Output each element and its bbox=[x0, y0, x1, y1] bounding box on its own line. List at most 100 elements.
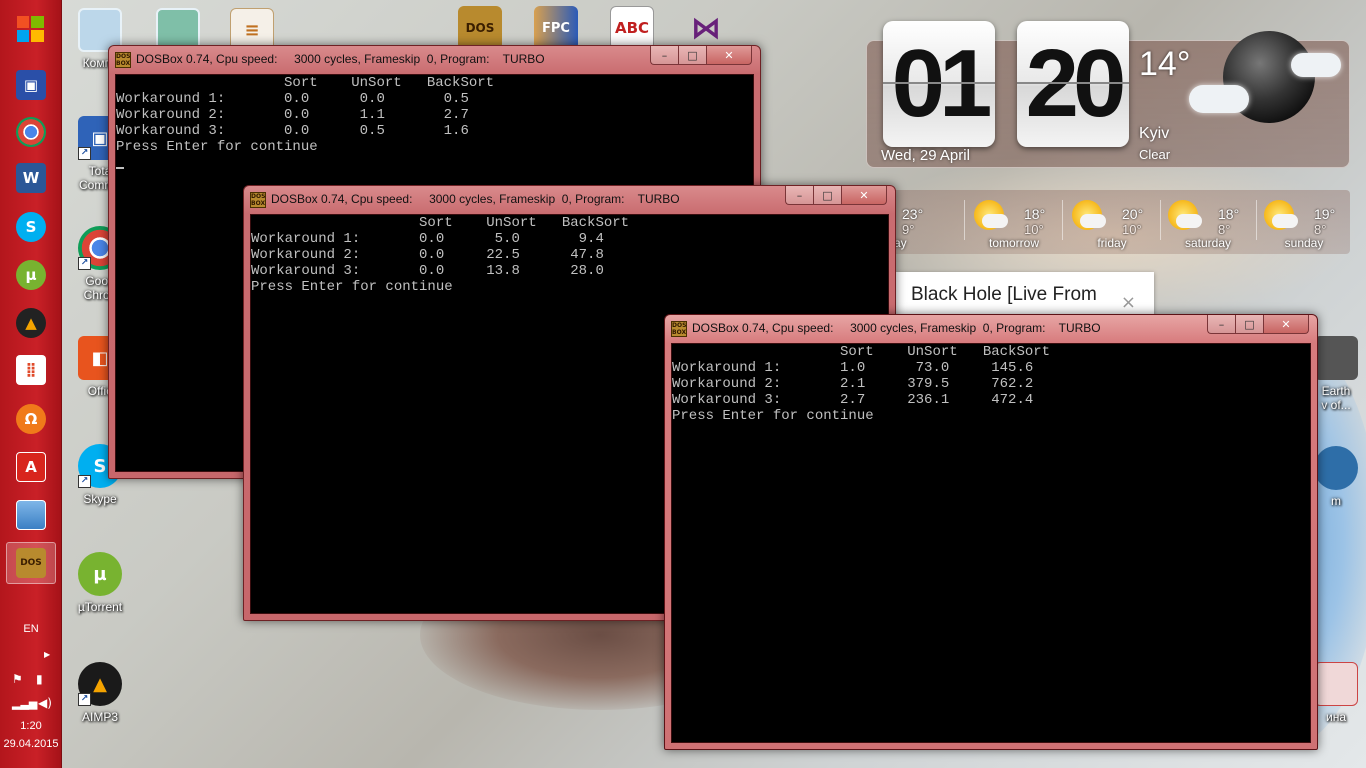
maximize-button[interactable]: □ bbox=[813, 186, 841, 205]
taskbar-item-skype[interactable]: S bbox=[6, 206, 56, 248]
forecast-day-name: saturday bbox=[1184, 236, 1232, 250]
utorrent-icon: µ bbox=[16, 260, 46, 290]
maximize-button[interactable]: □ bbox=[1235, 315, 1263, 334]
grid-apps-icon: ⣿ bbox=[16, 355, 46, 385]
taskbar-item-photo-viewer[interactable] bbox=[6, 494, 56, 536]
current-temperature: 14° bbox=[1139, 45, 1191, 83]
console-output: Sort UnSort BackSort Workaround 1: 0.0 5… bbox=[251, 215, 630, 295]
weather-forecast[interactable]: 23° 9° today 18° 10° tomorrow 20° 10° fr… bbox=[852, 190, 1352, 254]
minimize-button[interactable]: – bbox=[785, 186, 813, 205]
dos-console[interactable]: Sort UnSort BackSort Workaround 1: 1.0 7… bbox=[671, 343, 1311, 743]
forecast-low: 10° bbox=[1122, 222, 1142, 237]
window-title: DOSBox 0.74, Cpu speed: 3000 cycles, Fra… bbox=[271, 192, 680, 206]
action-center-flag-icon[interactable]: ⚑ bbox=[12, 672, 23, 686]
forecast-low: 9° bbox=[902, 222, 915, 237]
show-hidden-icons-arrow-icon[interactable]: ▶ bbox=[44, 650, 50, 659]
start-button[interactable] bbox=[6, 8, 56, 50]
minimize-button[interactable]: – bbox=[1207, 315, 1235, 334]
taskbar-item-dosbox[interactable]: DOS bbox=[6, 542, 56, 584]
shortcut-arrow-icon: ↗ bbox=[78, 475, 91, 488]
forecast-day: 19° 8° sunday bbox=[1256, 196, 1352, 252]
cloud-icon bbox=[1080, 214, 1106, 228]
utorrent-icon: µ bbox=[78, 552, 122, 596]
shortcut-arrow-icon: ↗ bbox=[78, 257, 91, 270]
clock-hours: 01 bbox=[883, 21, 995, 147]
taskbar-item-chrome[interactable] bbox=[6, 111, 56, 153]
language-indicator[interactable]: EN bbox=[0, 623, 62, 635]
tray-date[interactable]: 29.04.2015 bbox=[0, 738, 62, 750]
taskbar-item-aimp[interactable]: ▲ bbox=[6, 302, 56, 344]
forecast-day: 20° 10° friday bbox=[1064, 196, 1160, 252]
unknown-app-icon bbox=[1314, 662, 1358, 706]
desktop-icon-label: µTorrent bbox=[77, 600, 123, 614]
shortcut-arrow-icon: ↗ bbox=[78, 147, 91, 160]
dosbox-icon: DOS bbox=[16, 548, 46, 578]
forecast-low: 10° bbox=[1024, 222, 1044, 237]
chrome-icon bbox=[16, 117, 46, 147]
dosbox-icon: DOS bbox=[458, 6, 502, 50]
forecast-divider bbox=[1062, 200, 1063, 240]
clock-weather-gadget[interactable]: 01 20 Wed, 29 April 14° Kyiv Clear bbox=[866, 21, 1350, 168]
desktop-icon-aimp[interactable]: ▲ ↗ AIMP3 bbox=[70, 662, 130, 724]
window-controls: – □ ✕ bbox=[785, 186, 887, 206]
window-title: DOSBox 0.74, Cpu speed: 3000 cycles, Fra… bbox=[136, 52, 545, 66]
aimp-icon: ▲ ↗ bbox=[78, 662, 122, 706]
forecast-low: 8° bbox=[1314, 222, 1327, 237]
notification-text: Black Hole [Live From bbox=[911, 284, 1097, 305]
headphones-icon: Ω bbox=[16, 404, 46, 434]
desktop-icon-visual-studio[interactable]: ⋈ bbox=[676, 6, 736, 50]
close-button[interactable]: ✕ bbox=[841, 186, 887, 205]
forecast-high: 23° bbox=[902, 206, 924, 222]
earth-icon bbox=[1314, 336, 1358, 380]
forecast-day: 18° 10° tomorrow bbox=[966, 196, 1062, 252]
dosbox-window-3[interactable]: DOS BOX DOSBox 0.74, Cpu speed: 3000 cyc… bbox=[664, 314, 1318, 750]
forecast-low: 8° bbox=[1218, 222, 1231, 237]
forecast-high: 18° bbox=[1024, 206, 1046, 222]
close-icon[interactable]: × bbox=[1121, 292, 1136, 313]
network-signal-icon[interactable]: ▂▃▅ bbox=[12, 697, 37, 710]
weather-condition: Clear bbox=[1139, 147, 1171, 162]
taskbar-item-utorrent[interactable]: µ bbox=[6, 254, 56, 296]
media-notification[interactable]: Black Hole [Live From × bbox=[896, 272, 1154, 318]
close-button[interactable]: ✕ bbox=[706, 46, 752, 65]
forecast-day-name: friday bbox=[1097, 236, 1127, 250]
desktop-icon-abc[interactable]: ABC bbox=[602, 6, 662, 50]
desktop-icon-free-pascal[interactable]: FPC bbox=[526, 6, 586, 50]
forecast-day: 18° 8° saturday bbox=[1160, 196, 1256, 252]
acrobat-icon: A bbox=[16, 452, 46, 482]
console-output: Sort UnSort BackSort Workaround 1: 0.0 0… bbox=[116, 75, 495, 155]
desktop-icon-dosbox[interactable]: DOS bbox=[450, 6, 510, 50]
text-cursor bbox=[116, 167, 124, 169]
volume-icon[interactable]: ◀) bbox=[38, 696, 52, 710]
dosbox-icon: DOS BOX bbox=[115, 52, 131, 68]
photo-icon bbox=[16, 500, 46, 530]
forecast-divider bbox=[964, 200, 965, 240]
cloud-icon bbox=[1272, 214, 1298, 228]
taskbar-item-save[interactable]: ▣ bbox=[6, 64, 56, 106]
taskbar-item-word[interactable]: W bbox=[6, 157, 56, 199]
taskbar-item-apps[interactable]: ⣿ bbox=[6, 349, 56, 391]
clock-date: Wed, 29 April bbox=[881, 147, 970, 164]
window-controls: – □ ✕ bbox=[1207, 315, 1309, 335]
skype-icon: S bbox=[16, 212, 46, 242]
maximize-button[interactable]: □ bbox=[678, 46, 706, 65]
taskbar-item-acrobat[interactable]: A bbox=[6, 446, 56, 488]
taskbar-item-headphones[interactable]: Ω bbox=[6, 398, 56, 440]
weather-city: Kyiv bbox=[1139, 125, 1170, 142]
close-button[interactable]: ✕ bbox=[1263, 315, 1309, 334]
minimize-button[interactable]: – bbox=[650, 46, 678, 65]
abc-icon: ABC bbox=[610, 6, 654, 50]
unknown-app-icon bbox=[1314, 446, 1358, 490]
floppy-disk-icon: ▣ bbox=[16, 70, 46, 100]
aimp-icon: ▲ bbox=[16, 308, 46, 338]
power-icon[interactable]: ▮ bbox=[36, 672, 43, 686]
forecast-day-name: tomorrow bbox=[988, 236, 1039, 250]
cloud-icon bbox=[1189, 85, 1249, 113]
shortcut-arrow-icon: ↗ bbox=[78, 693, 91, 706]
tray-time[interactable]: 1:20 bbox=[0, 720, 62, 732]
desktop-icon-utorrent[interactable]: µ µTorrent bbox=[70, 552, 130, 614]
forecast-high: 20° bbox=[1122, 206, 1144, 222]
cloud-icon bbox=[982, 214, 1008, 228]
cloud-icon bbox=[1176, 214, 1202, 228]
taskbar: ▣ W S µ ▲ ⣿ Ω A DOS EN ▶ ⚑ ▮ ▂▃▅ ◀) 1:20… bbox=[0, 0, 62, 768]
